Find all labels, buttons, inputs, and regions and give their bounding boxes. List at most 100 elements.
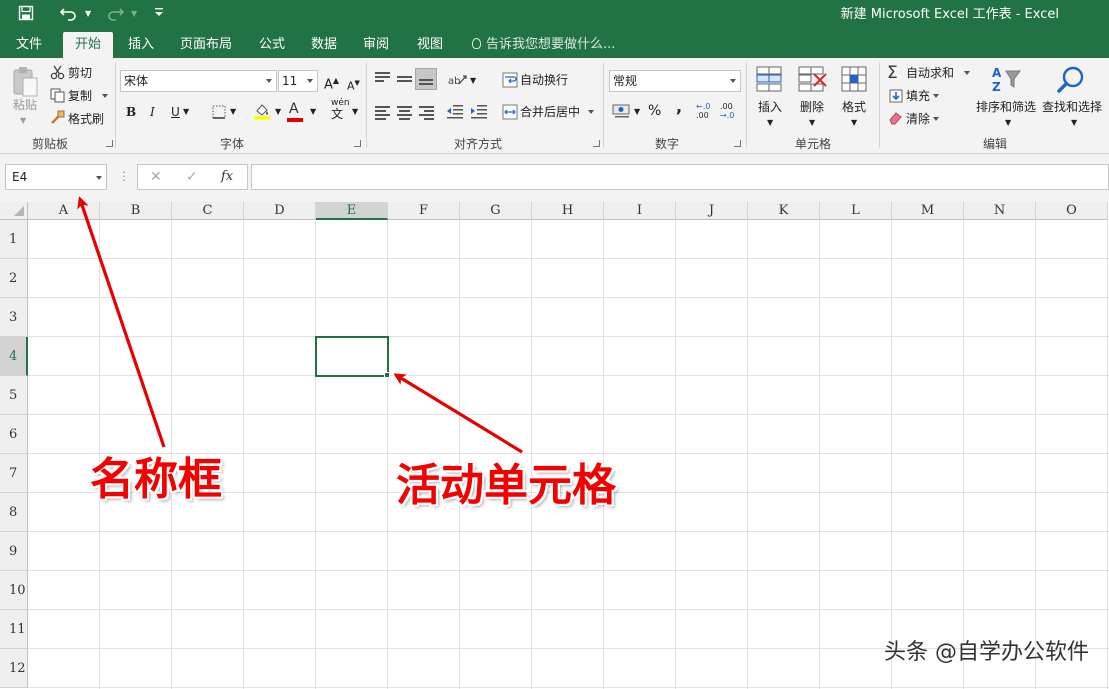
row-header-5[interactable]: 5 (0, 376, 28, 415)
paste-dropdown-icon[interactable]: ▼ (20, 112, 26, 130)
fill-color-dropdown-icon[interactable]: ▼ (275, 103, 281, 121)
clipboard-launcher-icon[interactable] (106, 140, 113, 147)
row-header-7[interactable]: 7 (0, 454, 28, 493)
formula-input[interactable] (251, 164, 1109, 190)
insert-cells-button[interactable]: 插入 (758, 98, 782, 115)
tell-me-box[interactable]: 告诉我您想要做什么... (472, 32, 615, 58)
alignment-launcher-icon[interactable] (593, 140, 600, 147)
column-header-k[interactable]: K (748, 202, 820, 220)
column-header-n[interactable]: N (964, 202, 1036, 220)
comma-button[interactable]: , (676, 98, 682, 116)
undo-icon[interactable] (59, 5, 78, 26)
format-cells-button[interactable]: 格式 (842, 98, 866, 115)
bold-button[interactable]: B (126, 103, 136, 121)
number-format-dropdown-icon[interactable] (727, 71, 740, 91)
tab-page-layout[interactable]: 页面布局 (172, 32, 240, 58)
decrease-indent-icon[interactable] (446, 103, 464, 122)
font-name-dropdown-icon[interactable] (263, 71, 276, 91)
find-select-dropdown-icon[interactable]: ▼ (1071, 114, 1077, 132)
active-cell[interactable] (315, 336, 389, 377)
align-top-icon[interactable] (375, 72, 390, 84)
formula-bar-grip-icon[interactable]: ⋮ (118, 170, 130, 182)
name-box[interactable]: E4 (5, 164, 107, 190)
row-header-3[interactable]: 3 (0, 298, 28, 337)
merge-center-button[interactable]: 合并后居中 (520, 103, 595, 121)
row-header-10[interactable]: 10 (0, 571, 28, 610)
increase-indent-icon[interactable] (470, 103, 488, 122)
format-cells-dropdown-icon[interactable]: ▼ (851, 114, 857, 132)
tab-review[interactable]: 审阅 (355, 32, 397, 58)
align-bottom-icon[interactable] (415, 68, 437, 90)
row-header-9[interactable]: 9 (0, 532, 28, 571)
italic-button[interactable]: I (150, 103, 155, 121)
orientation-icon[interactable]: ab (448, 72, 468, 91)
delete-cells-button[interactable]: 删除 (800, 98, 824, 115)
customize-quick-access-icon[interactable] (154, 5, 164, 26)
tab-view[interactable]: 视图 (409, 32, 451, 58)
align-right-icon[interactable] (419, 106, 434, 122)
find-select-button[interactable]: 查找和选择 (1042, 98, 1102, 115)
insert-function-button[interactable]: fx (221, 168, 233, 186)
increase-decimal-button[interactable]: ←.0.00 (696, 102, 710, 120)
column-header-i[interactable]: I (604, 202, 676, 220)
column-header-m[interactable]: M (892, 202, 964, 220)
tab-formulas[interactable]: 公式 (251, 32, 293, 58)
border-dropdown-icon[interactable]: ▼ (230, 103, 236, 121)
copy-button[interactable]: 复制 (68, 87, 109, 105)
autosum-button[interactable]: 自动求和 (906, 64, 971, 82)
tab-data[interactable]: 数据 (303, 32, 345, 58)
decrease-decimal-button[interactable]: .00 →.0 (720, 102, 734, 120)
select-all-button[interactable] (0, 202, 28, 220)
worksheet-grid[interactable]: ABCDEFGHIJKLMNO 1 2 3 4 5 6 7 8 9 10 11 12 (0, 202, 1109, 689)
sort-filter-button[interactable]: 排序和筛选 (976, 98, 1036, 115)
cancel-entry-icon[interactable]: ✕ (150, 168, 162, 186)
column-header-h[interactable]: H (532, 202, 604, 220)
column-header-b[interactable]: B (100, 202, 172, 220)
phonetic-button[interactable]: wén 文 (331, 98, 350, 122)
column-header-j[interactable]: J (676, 202, 748, 220)
font-color-button[interactable]: A (289, 100, 299, 118)
font-size-combo[interactable]: 11 (278, 70, 318, 92)
name-box-dropdown-icon[interactable] (96, 176, 102, 180)
column-header-c[interactable]: C (172, 202, 244, 220)
font-color-dropdown-icon[interactable]: ▼ (310, 103, 316, 121)
tab-insert[interactable]: 插入 (120, 32, 162, 58)
sort-filter-dropdown-icon[interactable]: ▼ (1005, 114, 1011, 132)
insert-cells-dropdown-icon[interactable]: ▼ (767, 114, 773, 132)
number-format-combo[interactable]: 常规 (609, 70, 741, 92)
wrap-text-button[interactable]: 自动换行 (520, 71, 568, 89)
row-header-11[interactable]: 11 (0, 610, 28, 649)
column-header-e[interactable]: E (316, 202, 388, 220)
confirm-entry-icon[interactable]: ✓ (186, 168, 198, 186)
font-name-combo[interactable]: 宋体 (120, 70, 277, 92)
shrink-font-button[interactable]: A▼ (347, 74, 360, 96)
row-header-12[interactable]: 12 (0, 649, 28, 688)
undo-dropdown-icon[interactable]: ▼ (85, 9, 91, 18)
percent-button[interactable]: % (648, 102, 661, 120)
row-header-8[interactable]: 8 (0, 493, 28, 532)
align-middle-icon[interactable] (397, 76, 412, 84)
fill-handle[interactable] (384, 372, 390, 378)
fill-color-icon[interactable] (253, 102, 271, 123)
row-header-2[interactable]: 2 (0, 259, 28, 298)
column-header-f[interactable]: F (388, 202, 460, 220)
clear-button[interactable]: 清除 (906, 110, 940, 128)
row-header-6[interactable]: 6 (0, 415, 28, 454)
row-header-4[interactable]: 4 (0, 337, 28, 376)
accounting-format-icon[interactable] (612, 102, 632, 123)
accounting-dropdown-icon[interactable]: ▼ (634, 103, 640, 121)
column-header-l[interactable]: L (820, 202, 892, 220)
column-header-a[interactable]: A (28, 202, 100, 220)
delete-cells-dropdown-icon[interactable]: ▼ (809, 114, 815, 132)
align-center-icon[interactable] (397, 106, 412, 122)
cut-button[interactable]: 剪切 (68, 64, 92, 82)
grow-font-button[interactable]: A▲ (324, 72, 339, 94)
align-left-icon[interactable] (375, 106, 390, 122)
tab-home[interactable]: 开始 (63, 32, 113, 58)
column-header-g[interactable]: G (460, 202, 532, 220)
underline-dropdown-icon[interactable]: ▼ (183, 103, 189, 121)
format-painter-button[interactable]: 格式刷 (68, 110, 104, 128)
fill-button[interactable]: 填充 (906, 87, 940, 105)
phonetic-dropdown-icon[interactable]: ▼ (352, 103, 358, 121)
font-launcher-icon[interactable] (354, 140, 361, 147)
